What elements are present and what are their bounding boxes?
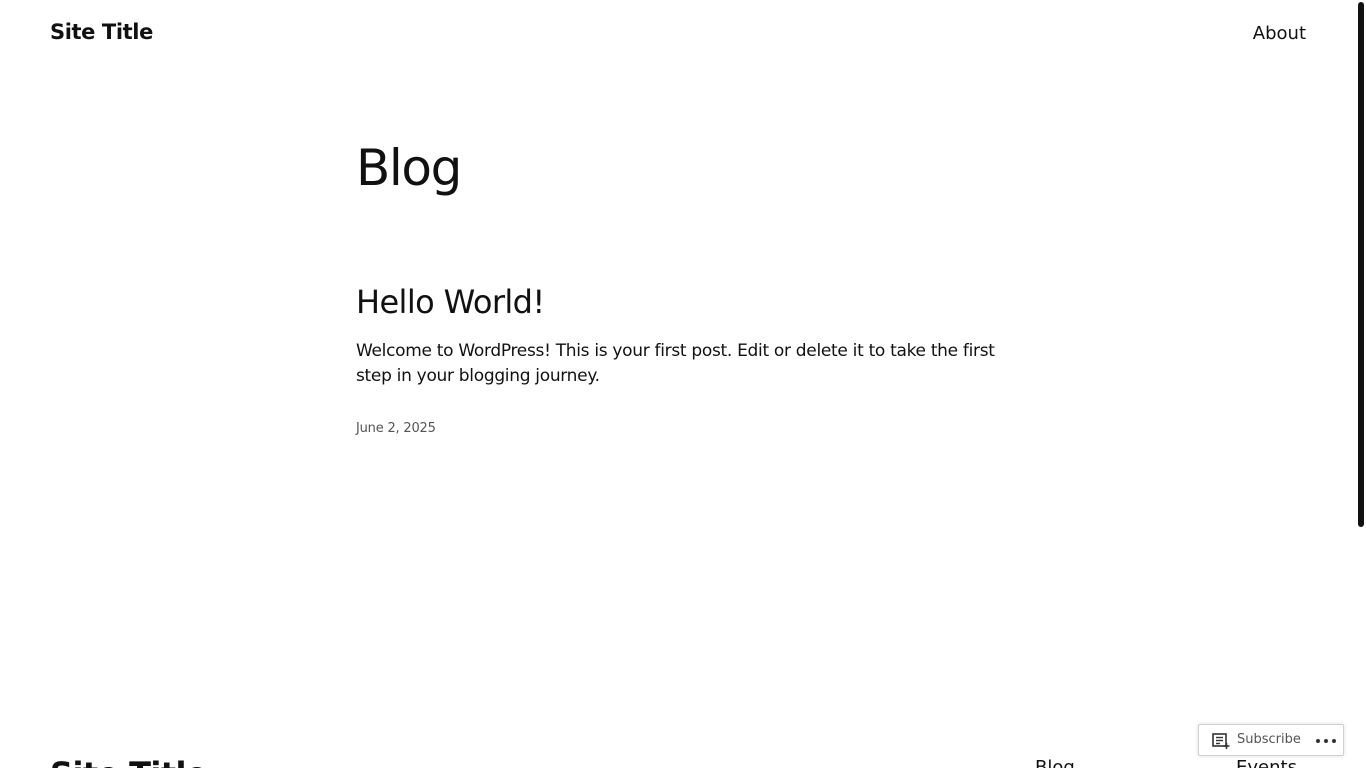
scrollbar[interactable]	[1356, 0, 1366, 768]
site-header: Site Title About	[0, 0, 1356, 70]
reader-icon[interactable]	[1212, 733, 1230, 749]
subscribe-button[interactable]: Subscribe	[1237, 732, 1301, 747]
reader-icon-svg	[1212, 733, 1230, 749]
page-title: Blog	[356, 139, 462, 197]
site-footer: Site Title Blog Events	[0, 740, 1356, 768]
scrollbar-thumb[interactable]	[1358, 2, 1364, 527]
ellipsis-icon[interactable]	[1316, 739, 1336, 743]
site-title-link[interactable]: Site Title	[50, 20, 153, 44]
nav-item-about[interactable]: About	[1253, 23, 1306, 44]
post-date: June 2, 2025	[356, 421, 436, 436]
footer-link-events[interactable]: Events	[1236, 756, 1297, 768]
footer-site-title[interactable]: Site Title	[50, 754, 208, 768]
page: Site Title About Blog Hello World! Welco…	[0, 0, 1366, 768]
post-title-link[interactable]: Hello World!	[356, 281, 545, 323]
subscribe-bar: Subscribe	[1198, 724, 1344, 756]
ellipsis-dot	[1316, 739, 1320, 743]
ellipsis-dot	[1332, 739, 1336, 743]
ellipsis-dot	[1324, 739, 1328, 743]
post-excerpt: Welcome to WordPress! This is your first…	[356, 341, 995, 386]
footer-link-blog[interactable]: Blog	[1035, 756, 1075, 768]
